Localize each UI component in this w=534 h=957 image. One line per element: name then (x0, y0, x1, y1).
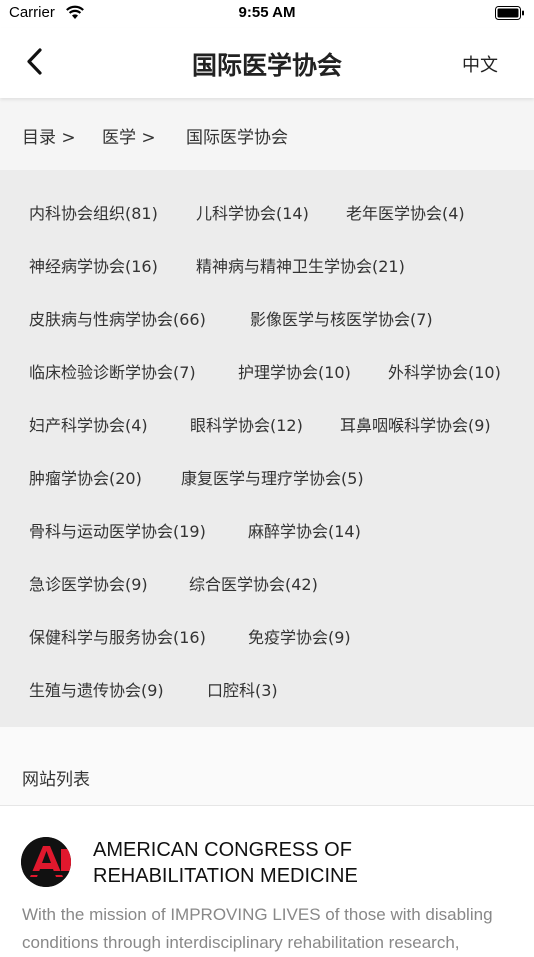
category-item[interactable]: 眼科学协会(12) (190, 412, 303, 436)
section-spacer (0, 727, 534, 747)
category-item[interactable]: 骨科与运动医学协会(19) (29, 518, 206, 542)
breadcrumb: 目录 > 医学 > 国际医学协会 (0, 98, 534, 170)
category-item[interactable]: 皮肤病与性病学协会(66) (29, 306, 206, 330)
category-panel: 内科协会组织(81) 儿科学协会(14) 老年医学协会(4) 神经病学协会(16… (0, 170, 534, 727)
status-bar: Carrier 9:55 AM (0, 0, 534, 28)
category-item[interactable]: 临床检验诊断学协会(7) (29, 359, 196, 383)
category-item[interactable]: 内科协会组织(81) (29, 200, 158, 224)
page-title: 国际医学协会 (191, 51, 342, 80)
category-item[interactable]: 外科学协会(10) (388, 359, 501, 383)
category-item[interactable]: 老年医学协会(4) (346, 200, 465, 224)
status-time: 9:55 AM (238, 4, 296, 21)
site-name: AMERICAN CONGRESS OF REHABILITATION MEDI… (93, 839, 358, 887)
category-item[interactable]: 急诊医学协会(9) (29, 571, 148, 595)
category-item[interactable]: 影像医学与核医学协会(7) (250, 306, 433, 330)
category-item[interactable]: 保健科学与服务协会(16) (29, 624, 206, 648)
category-item[interactable]: 耳鼻咽喉科学协会(9) (340, 412, 491, 436)
site-list-title: 网站列表 (22, 770, 90, 790)
category-item[interactable]: 综合医学协会(42) (189, 571, 318, 595)
breadcrumb-item-medicine[interactable]: 医学 > (102, 123, 156, 148)
category-item[interactable]: 儿科学协会(14) (196, 200, 309, 224)
category-item[interactable]: 康复医学与理疗学协会(5) (181, 465, 364, 489)
acrm-logo-icon (21, 837, 71, 887)
site-list-header: 网站列表 (0, 747, 534, 806)
category-item[interactable]: 生殖与遗传协会(9) (29, 677, 164, 701)
site-description: With the mission of IMPROVING LIVES of t… (22, 905, 493, 952)
site-logo (21, 837, 71, 887)
battery-icon (495, 6, 524, 20)
breadcrumb-item-current: 国际医学协会 (186, 128, 288, 148)
navigation-bar: 国际医学协会 中文 (0, 28, 534, 98)
chevron-left-icon (27, 48, 42, 75)
back-button[interactable] (18, 44, 54, 80)
category-item[interactable]: 妇产科学协会(4) (29, 412, 148, 436)
category-item[interactable]: 神经病学协会(16) (29, 253, 158, 277)
category-item[interactable]: 免疫学协会(9) (248, 624, 351, 648)
category-item[interactable]: 肿瘤学协会(20) (29, 465, 142, 489)
category-item[interactable]: 口腔科(3) (207, 677, 278, 701)
language-switch-button[interactable]: 中文 (462, 51, 498, 77)
category-item[interactable]: 护理学协会(10) (238, 359, 351, 383)
breadcrumb-item-catalog[interactable]: 目录 > (22, 123, 76, 148)
category-item[interactable]: 精神病与精神卫生学协会(21) (196, 253, 405, 277)
site-list-item[interactable]: AMERICAN CONGRESS OF REHABILITATION MEDI… (0, 806, 534, 952)
category-item[interactable]: 麻醉学协会(14) (248, 518, 361, 542)
